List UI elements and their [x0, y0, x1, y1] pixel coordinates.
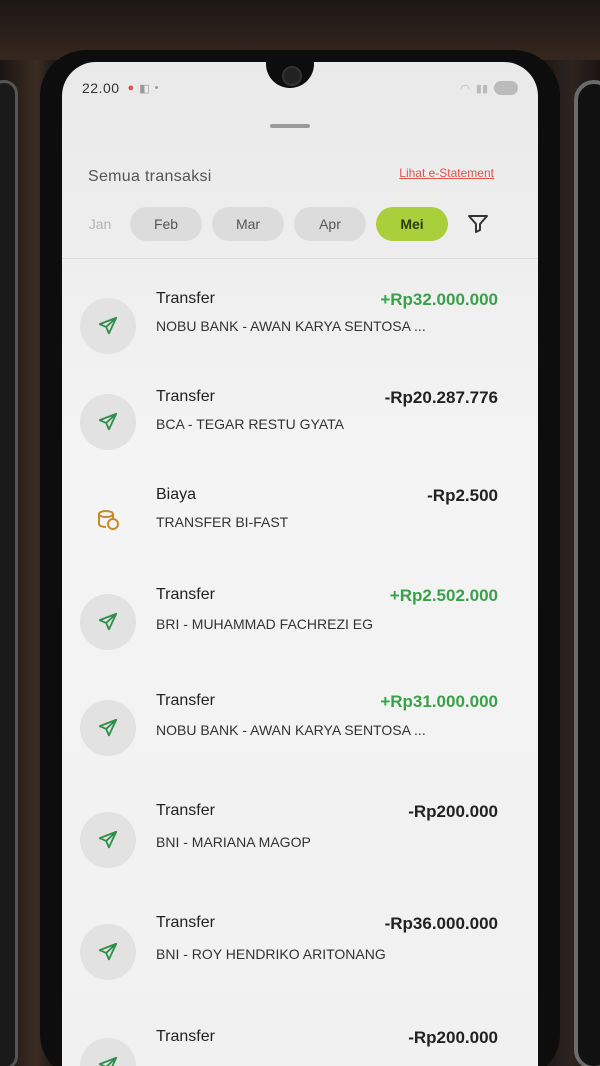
phone-screen: 22.00 ● ◧ • ◠ ▮▮ 60 Semua transaksi Liha…: [62, 62, 538, 1066]
transaction-description: BNI - MARIANA MAGOP: [156, 834, 311, 850]
divider: [62, 258, 538, 259]
send-icon: [80, 394, 136, 450]
month-tab-jan[interactable]: Jan: [80, 207, 120, 241]
month-filter-row: Jan Feb Mar Apr Mei: [80, 206, 510, 242]
system-icons: ◠ ▮▮ 60: [460, 81, 518, 95]
filter-icon[interactable]: [466, 212, 490, 236]
send-icon: [80, 298, 136, 354]
transaction-type: Transfer: [156, 586, 215, 603]
send-icon: [80, 594, 136, 650]
status-time: 22.00: [82, 80, 120, 96]
transaction-type: Transfer: [156, 388, 215, 405]
transaction-amount: +Rp2.502.000: [389, 586, 498, 605]
transaction-description: TRANSFER BI-FAST: [156, 514, 289, 530]
transaction-amount: -Rp36.000.000: [384, 914, 498, 933]
transaction-row[interactable]: Transfer BRI - MUHAMMAD FACHREZI EG +Rp2…: [62, 572, 538, 672]
transaction-type: Biaya: [156, 486, 197, 503]
transaction-row[interactable]: Transfer BNI - ROY HENDRIKO ARITONANG -R…: [62, 900, 538, 1000]
transaction-type: Transfer: [156, 802, 215, 819]
wifi-icon: ◠: [460, 82, 470, 95]
battery-icon: 60: [494, 81, 518, 95]
transaction-row[interactable]: Transfer BNI - MARIANA MAGOP -Rp200.000: [62, 788, 538, 888]
transaction-amount: +Rp31.000.000: [380, 692, 498, 711]
transaction-row[interactable]: Transfer -Rp200.000: [62, 1014, 538, 1066]
month-tab-apr[interactable]: Apr: [294, 207, 366, 241]
coins-icon: [80, 492, 136, 548]
transaction-type: Transfer: [156, 1028, 215, 1045]
transaction-amount: -Rp20.287.776: [384, 388, 498, 407]
transaction-type: Transfer: [156, 914, 215, 931]
nfc-icon: ◧: [139, 82, 150, 95]
transaction-amount: -Rp2.500: [427, 486, 498, 505]
notification-icon: ●: [127, 82, 135, 94]
transaction-description: BNI - ROY HENDRIKO ARITONANG: [156, 946, 386, 962]
month-tab-mei[interactable]: Mei: [376, 207, 448, 241]
transaction-description: BRI - MUHAMMAD FACHREZI EG: [156, 616, 374, 632]
transaction-amount: -Rp200.000: [408, 1028, 498, 1047]
transaction-row[interactable]: Biaya TRANSFER BI-FAST -Rp2.500: [62, 472, 538, 572]
transaction-row[interactable]: Transfer NOBU BANK - AWAN KARYA SENTOSA …: [62, 678, 538, 778]
estatement-link[interactable]: Lihat e-Statement: [399, 166, 494, 180]
status-bar: 22.00 ● ◧ • ◠ ▮▮ 60: [82, 78, 518, 98]
send-icon: [80, 1038, 136, 1066]
bottom-sheet-drag-handle[interactable]: [270, 124, 310, 128]
transaction-row[interactable]: Transfer BCA - TEGAR RESTU GYATA -Rp20.2…: [62, 374, 538, 474]
transaction-type: Transfer: [156, 290, 215, 307]
month-tab-feb[interactable]: Feb: [130, 207, 202, 241]
month-tab-mar[interactable]: Mar: [212, 207, 284, 241]
adjacent-phone-right: [574, 80, 600, 1066]
signal-icon: ▮▮: [475, 82, 488, 95]
dot-icon: •: [154, 82, 159, 94]
transaction-type: Transfer: [156, 692, 215, 709]
transaction-amount: -Rp200.000: [408, 802, 498, 821]
send-icon: [80, 812, 136, 868]
transaction-description: NOBU BANK - AWAN KARYA SENTOSA ...: [156, 318, 426, 334]
transaction-description: BCA - TEGAR RESTU GYATA: [156, 416, 344, 432]
transaction-description: NOBU BANK - AWAN KARYA SENTOSA ...: [156, 722, 426, 738]
send-icon: [80, 700, 136, 756]
adjacent-phone-left: [0, 80, 18, 1066]
section-title: Semua transaksi: [88, 168, 212, 185]
transaction-row[interactable]: Transfer NOBU BANK - AWAN KARYA SENTOSA …: [62, 276, 538, 376]
notification-icons: ● ◧ •: [128, 82, 159, 95]
transaction-amount: +Rp32.000.000: [380, 290, 498, 309]
send-icon: [80, 924, 136, 980]
